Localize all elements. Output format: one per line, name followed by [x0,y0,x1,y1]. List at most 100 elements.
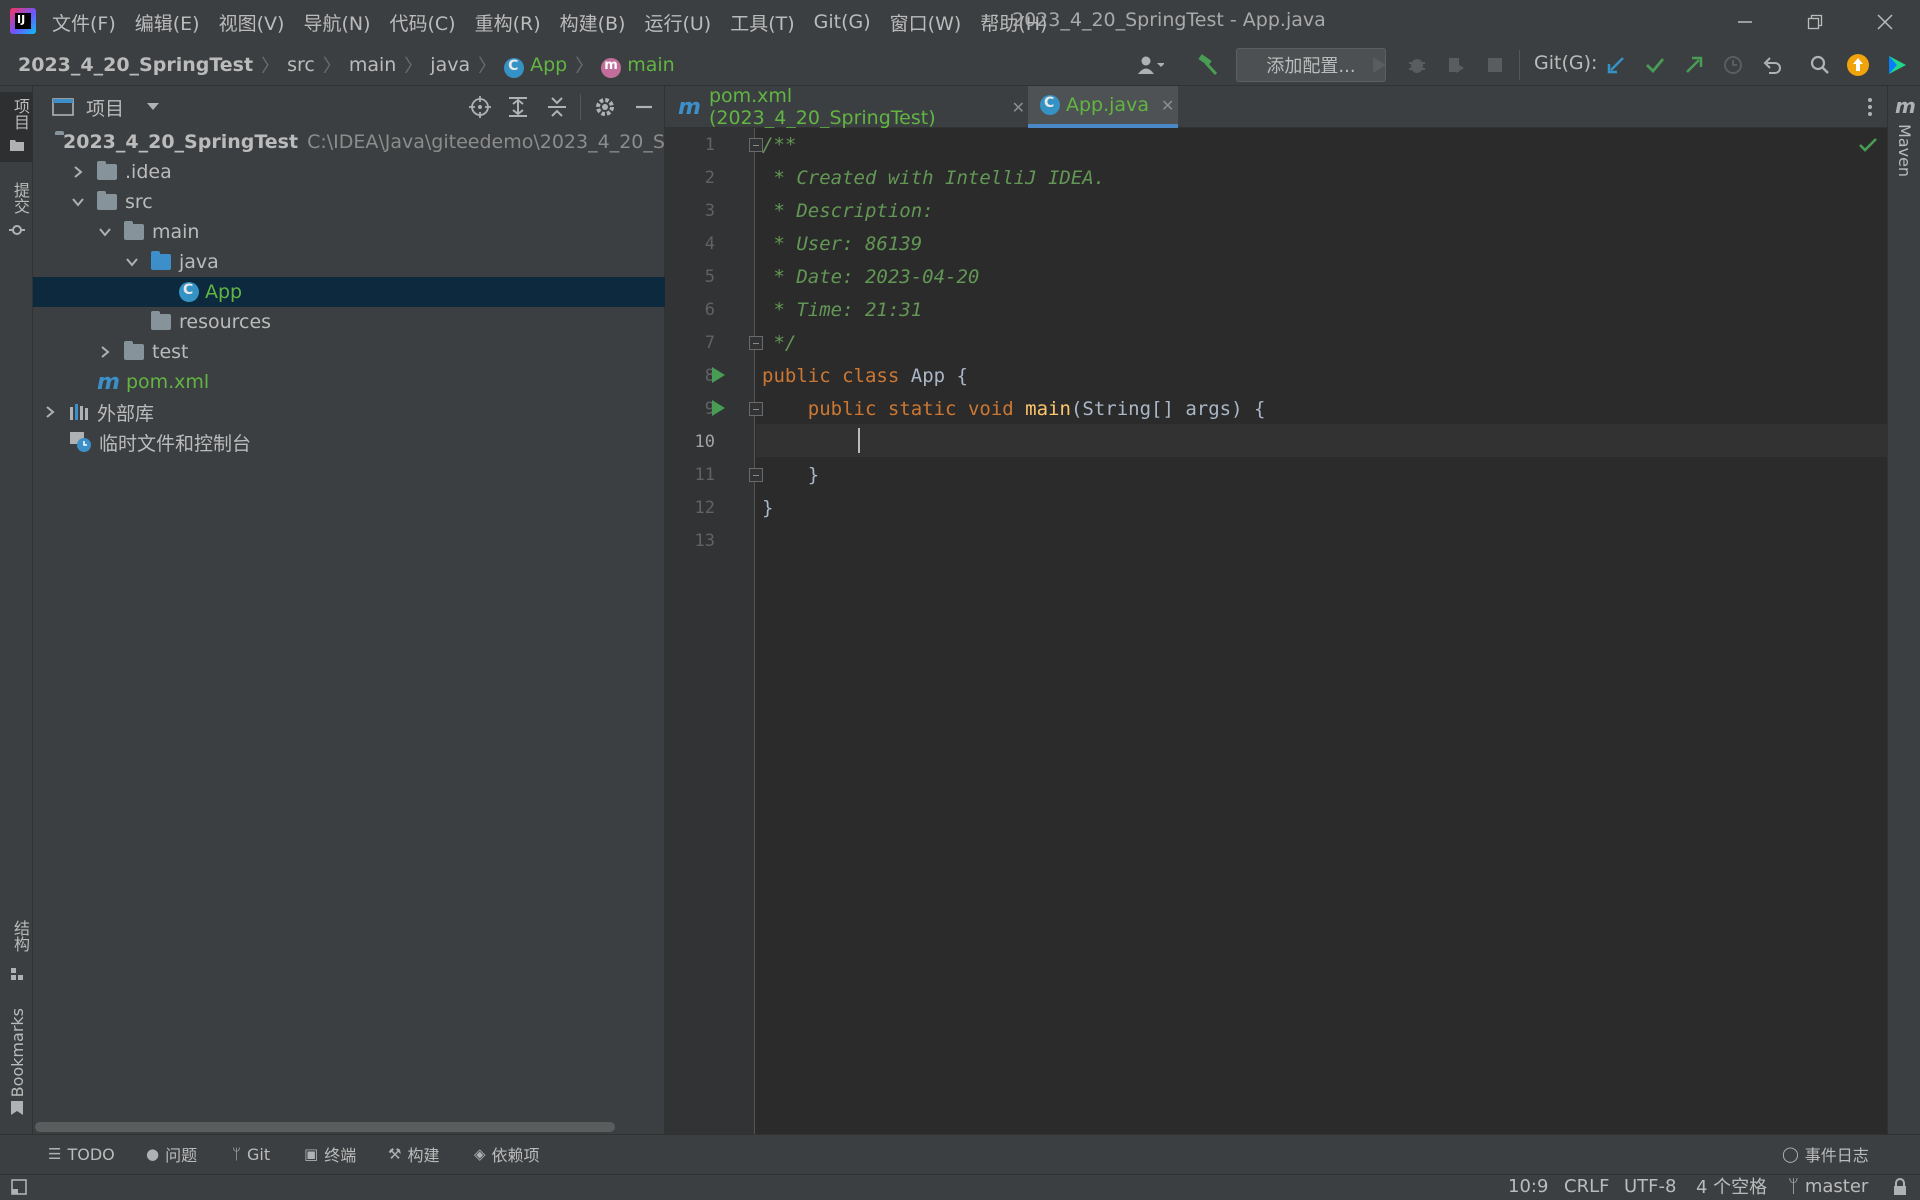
tab-pom-xml[interactable]: m pom.xml (2023_4_20_SpringTest) ✕ [668,85,1025,129]
tree-item-java[interactable]: java [33,247,665,277]
menu-tools[interactable]: 工具(T) [730,9,794,36]
close-tab-icon[interactable]: ✕ [1161,96,1174,115]
crosshair-icon [469,96,491,118]
tree-item-main[interactable]: main [33,217,665,247]
breadcrumb-main[interactable]: main [349,54,396,76]
ide-update-button[interactable] [1843,50,1873,80]
project-view-icon [52,98,74,116]
git-tool-button[interactable]: ᛘ Git [232,1134,270,1174]
tree-item-external-libraries[interactable]: 外部库 [33,397,665,427]
run-gutter-icon[interactable] [712,400,725,416]
run-icon [1373,57,1386,73]
tree-label: pom.xml [125,371,210,393]
menu-code[interactable]: 代码(C) [389,9,455,36]
run-gutter-icon[interactable] [712,367,725,383]
close-tab-icon[interactable]: ✕ [1012,98,1025,117]
breadcrumb-class[interactable]: App [530,54,567,76]
file-encoding[interactable]: UTF-8 [1624,1172,1676,1200]
locate-file-button[interactable] [465,92,495,122]
tree-item-scratches[interactable]: 临时文件和控制台 [33,427,665,457]
chevron-right-icon: 〉 [261,56,280,77]
tree-item-pom[interactable]: m pom.xml [33,367,665,397]
tree-item-idea[interactable]: .idea [33,157,665,187]
tree-root-path: C:\IDEA\Java\giteedemo\2023_4_20_Sprin [307,131,665,153]
panel-settings-button[interactable] [590,92,620,122]
build-project-button[interactable] [1193,50,1223,80]
keyword: public [807,398,877,420]
fold-marker-icon[interactable] [749,402,763,416]
jetbrains-client-button[interactable] [1882,50,1912,80]
tree-item-src[interactable]: src [33,187,665,217]
line-separator[interactable]: CRLF [1564,1172,1609,1200]
git-commit-button[interactable] [1640,50,1670,80]
run-button[interactable] [1364,50,1394,80]
intellij-logo-icon[interactable]: IJ [10,8,36,34]
fold-marker-icon[interactable] [749,138,763,152]
minimize-button[interactable] [1710,0,1780,44]
fold-marker-icon[interactable] [749,468,763,482]
breadcrumb-project[interactable]: 2023_4_20_SpringTest [18,54,253,76]
menu-view[interactable]: 视图(V) [219,9,285,36]
breadcrumb-method[interactable]: main [627,54,674,76]
terminal-tool-button[interactable]: ▣ 终端 [304,1134,356,1174]
stop-button[interactable] [1480,50,1510,80]
maven-tool-button[interactable]: m Maven [1889,92,1920,184]
bookmarks-tool-button[interactable]: Bookmarks [0,1002,33,1122]
build-tool-button[interactable]: ⚒ 构建 [388,1134,439,1174]
no-problems-indicator[interactable] [1858,136,1878,159]
git-push-button[interactable] [1679,50,1709,80]
problems-tool-button[interactable]: ● 问题 [146,1134,197,1174]
indent-setting[interactable]: 4 个空格 [1696,1172,1767,1200]
tree-item-resources[interactable]: resources [33,307,665,337]
menu-navigate[interactable]: 导航(N) [303,9,370,36]
menu-edit[interactable]: 编辑(E) [135,9,200,36]
caret-position[interactable]: 10:9 [1508,1172,1548,1200]
menu-refactor[interactable]: 重构(R) [475,9,541,36]
structure-tool-button[interactable]: 结构 [0,914,33,990]
hide-panel-button[interactable] [629,92,659,122]
menu-file[interactable]: 文件(F) [52,9,116,36]
tab-app-java[interactable]: App.java ✕ [1028,86,1178,128]
gear-icon [596,98,614,116]
search-everywhere-button[interactable] [1805,50,1835,80]
todo-tool-button[interactable]: ☰ TODO [48,1134,115,1174]
project-view-selector[interactable]: 项目 [52,86,160,128]
lock-icon[interactable] [1892,1178,1908,1200]
bookmark-icon [11,1101,23,1115]
breadcrumb-src[interactable]: src [287,54,315,76]
tree-item-project-root[interactable]: 2023_4_20_SpringTest C:\IDEA\Java\giteed… [33,127,665,157]
user-account-button[interactable] [1130,50,1170,80]
project-panel-title: 项目 [86,97,125,120]
git-history-button[interactable] [1718,50,1748,80]
tool-windows-toggle[interactable] [10,1178,28,1200]
commit-tool-button[interactable]: 提交 [0,176,33,246]
line-number: 9 [704,399,715,419]
tree-item-test[interactable]: test [33,337,665,367]
menu-git[interactable]: Git(G) [814,11,871,33]
tree-label: java [179,251,219,273]
chevron-right-icon: 〉 [322,56,341,77]
fold-marker-icon[interactable] [749,336,763,350]
code-line-2: * Created with IntelliJ IDEA. [762,167,1106,189]
expand-all-button[interactable] [503,92,533,122]
git-rollback-button[interactable] [1757,50,1787,80]
project-tool-button[interactable]: 项目 [0,92,33,162]
git-branch[interactable]: ᛘ master [1788,1172,1868,1200]
restore-button[interactable] [1780,0,1850,44]
menu-run[interactable]: 运行(U) [644,9,711,36]
event-log-button[interactable]: ◯ 事件日志 [1782,1134,1869,1174]
close-window-button[interactable] [1850,0,1920,44]
breadcrumb-java[interactable]: java [430,54,470,76]
tool-label: TODO [67,1144,115,1164]
dependencies-tool-button[interactable]: ◈ 依赖项 [474,1134,540,1174]
collapse-all-button[interactable] [542,92,572,122]
menu-window[interactable]: 窗口(W) [890,9,962,36]
tab-options-button[interactable] [1855,92,1885,122]
run-with-coverage-button[interactable] [1441,50,1471,80]
menu-build[interactable]: 构建(B) [560,9,626,36]
git-update-button[interactable] [1601,50,1631,80]
chevron-down-icon [72,198,84,207]
horizontal-scrollbar[interactable] [35,1122,615,1132]
debug-button[interactable] [1402,50,1432,80]
tree-item-app[interactable]: App [33,277,665,307]
